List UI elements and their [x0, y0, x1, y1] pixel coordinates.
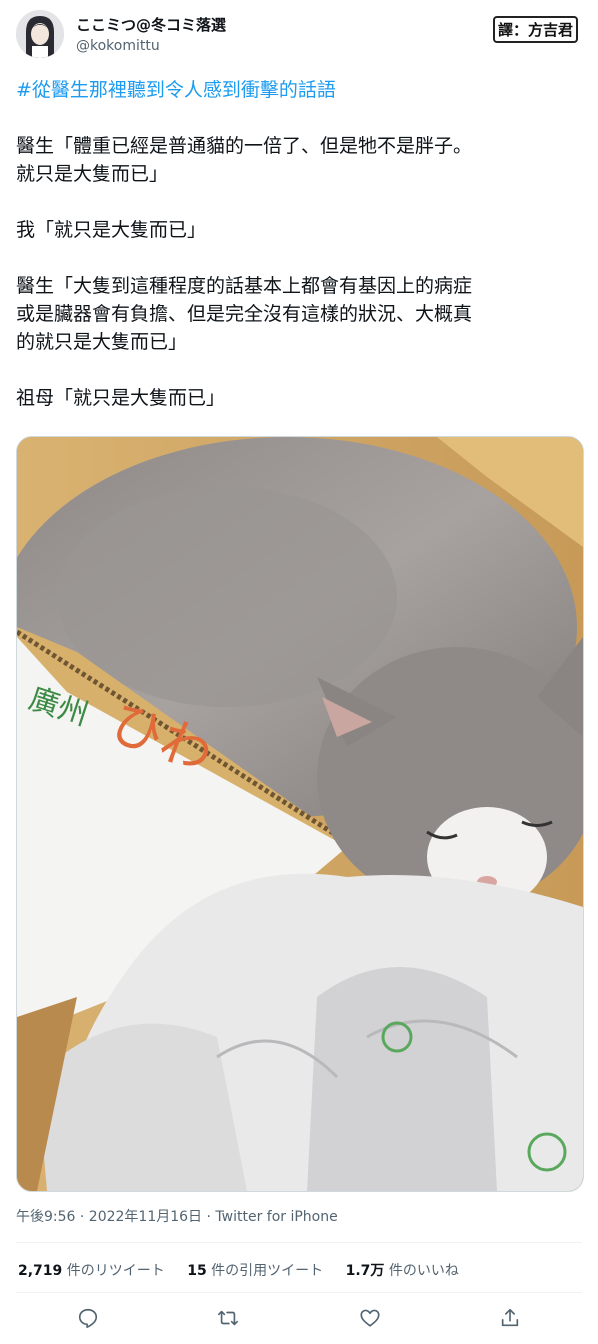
- quotes-label: 件の引用ツイート: [211, 1263, 324, 1279]
- tweet-header: ここミつ@冬コミ落選 @kokomittu 譯：方吉君: [16, 10, 582, 62]
- likes-count: 1.7万: [345, 1263, 385, 1279]
- hashtag-link[interactable]: #從醫生那裡聽到令人感到衝擊的話語: [16, 79, 336, 101]
- retweets-stat[interactable]: 2,719 件のリツイート: [18, 1260, 165, 1280]
- divider: [16, 1242, 582, 1243]
- tweet-line: 的就只是大隻而已」: [16, 331, 188, 353]
- tweet-line: 我「就只是大隻而已」: [16, 219, 207, 241]
- reply-button[interactable]: [72, 1302, 104, 1334]
- tweet-line: 或是臟器會有負擔、但是完全沒有這樣的狀況、大概真: [16, 303, 473, 325]
- tweet-photo[interactable]: 廣州 ひわ: [16, 436, 584, 1192]
- retweets-count: 2,719: [18, 1263, 63, 1279]
- tweet-line: 祖母「就只是大隻而已」: [16, 387, 226, 409]
- user-handle[interactable]: @kokomittu: [76, 37, 226, 55]
- share-button[interactable]: [494, 1302, 526, 1334]
- likes-label: 件のいいね: [388, 1263, 459, 1279]
- share-icon: [501, 1308, 519, 1327]
- tweet-line: 醫生「體重已經是普通貓的一倍了、但是牠不是胖子。: [16, 135, 473, 157]
- like-button[interactable]: [354, 1302, 386, 1334]
- retweet-icon: [218, 1310, 238, 1326]
- action-bar: [16, 1302, 582, 1334]
- display-name[interactable]: ここミつ@冬コミ落選: [76, 15, 226, 35]
- heart-icon: [360, 1309, 380, 1327]
- quotes-count: 15: [187, 1263, 207, 1279]
- tweet-line: 醫生「大隻到這種程度的話基本上都會有基因上的病症: [16, 275, 473, 297]
- quotes-stat[interactable]: 15 件の引用ツイート: [187, 1260, 323, 1280]
- divider: [16, 1292, 582, 1293]
- retweets-label: 件のリツイート: [66, 1263, 165, 1279]
- translator-badge: 譯：方吉君: [492, 16, 578, 43]
- client-link[interactable]: Twitter for iPhone: [215, 1209, 337, 1225]
- timestamp[interactable]: 午後9:56 · 2022年11月16日 ·: [16, 1209, 215, 1225]
- tweet-meta: 午後9:56 · 2022年11月16日 · Twitter for iPhon…: [16, 1206, 338, 1226]
- likes-stat[interactable]: 1.7万 件のいいね: [346, 1260, 459, 1280]
- tweet-line: 就只是大隻而已」: [16, 163, 169, 185]
- engagement-stats: 2,719 件のリツイート 15 件の引用ツイート 1.7万 件のいいね: [18, 1260, 477, 1280]
- tweet-text: #從醫生那裡聽到令人感到衝擊的話語 醫生「體重已經是普通貓的一倍了、但是牠不是胖…: [16, 76, 584, 412]
- avatar[interactable]: [16, 10, 64, 58]
- reply-icon: [78, 1308, 98, 1328]
- retweet-button[interactable]: [212, 1302, 244, 1334]
